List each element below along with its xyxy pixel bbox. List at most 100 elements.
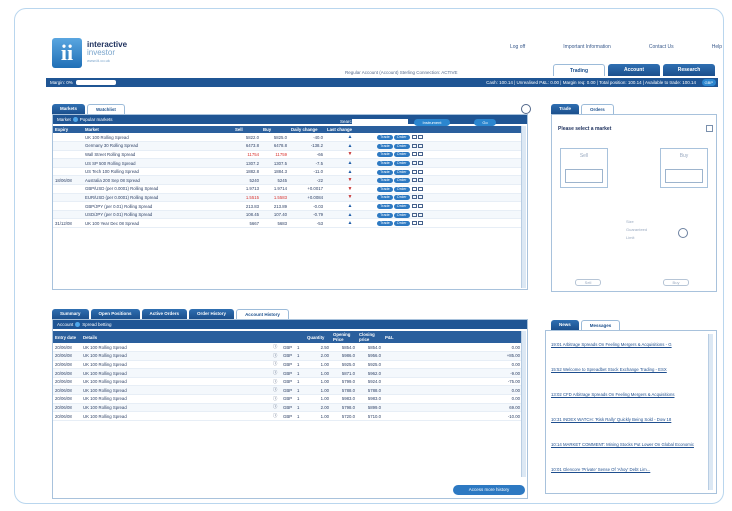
- market-cell[interactable]: Wall Street Rolling Spread: [83, 150, 233, 160]
- tab-markets[interactable]: Markets: [52, 104, 86, 114]
- market-row[interactable]: GBP/USD (per 0.0001) Rolling Spread 1.971…: [53, 184, 522, 194]
- trade-button[interactable]: Trade: [377, 143, 393, 149]
- order-button[interactable]: Order: [393, 178, 410, 184]
- help-link[interactable]: Help: [712, 44, 722, 50]
- info-icon[interactable]: [417, 143, 423, 148]
- chart-icon[interactable]: [411, 152, 417, 157]
- market-cell[interactable]: USD/JPY (per 0.01) Rolling Spread: [83, 210, 233, 220]
- access-more-history-button[interactable]: Access more history: [453, 485, 525, 495]
- info-icon[interactable]: ⓘ: [271, 368, 281, 378]
- order-button[interactable]: Order: [393, 204, 410, 210]
- market-selected[interactable]: Popular markets: [80, 117, 113, 122]
- info-icon[interactable]: [417, 178, 423, 183]
- trade-button[interactable]: Trade: [377, 152, 393, 158]
- market-row[interactable]: US Tech 100 Rolling Spread 1882.8 1884.3 -1…: [53, 167, 522, 177]
- refresh-clock-icon[interactable]: [521, 104, 531, 114]
- trade-button[interactable]: Trade: [377, 212, 393, 218]
- trade-button[interactable]: Trade: [377, 204, 393, 210]
- news-item[interactable]: 10:01 Glencore 'Private' Sense Of 'Ahoy'…: [551, 467, 701, 473]
- market-row[interactable]: EUR/USD (per 0.0001) Rolling Spread 1.551…: [53, 193, 522, 203]
- important-info-link[interactable]: Important Information: [563, 44, 611, 50]
- info-icon[interactable]: ⓘ: [271, 403, 281, 413]
- history-row[interactable]: 20/06/08 UK 100 Rolling Spread ⓘ GBP 1 1.00 58…: [53, 368, 522, 378]
- market-cell[interactable]: Australia 200 Sep 08 Spread: [83, 175, 233, 186]
- order-button[interactable]: Order: [393, 161, 410, 167]
- close-icon[interactable]: [706, 125, 713, 132]
- currency-button[interactable]: GBP: [701, 79, 716, 86]
- info-icon[interactable]: ⓘ: [271, 411, 281, 421]
- market-cell[interactable]: US SP 500 Rolling Spread: [83, 158, 233, 168]
- order-button[interactable]: Order: [393, 212, 410, 218]
- info-icon[interactable]: [417, 212, 423, 217]
- search-input[interactable]: [352, 119, 408, 125]
- info-icon[interactable]: ⓘ: [271, 385, 281, 396]
- news-item[interactable]: 13:02 CFD Arbitrage Spreads On Feeling M…: [551, 392, 701, 398]
- tab-active-orders[interactable]: Active Orders: [141, 309, 188, 319]
- tab-messages[interactable]: Messages: [580, 320, 621, 330]
- chart-icon[interactable]: [411, 169, 417, 174]
- order-button[interactable]: Order: [393, 152, 410, 158]
- tab-news[interactable]: News: [551, 320, 579, 330]
- market-cell[interactable]: GBP/USD (per 0.0001) Rolling Spread: [83, 184, 233, 194]
- info-icon[interactable]: [417, 221, 423, 226]
- ticket-buy-button[interactable]: Buy: [663, 279, 689, 286]
- chart-icon[interactable]: [411, 212, 417, 217]
- chart-icon[interactable]: [411, 186, 417, 191]
- contact-link[interactable]: Contact Us: [649, 44, 674, 50]
- history-row[interactable]: 20/06/08 UK 100 Rolling Spread ⓘ GBP 1 2.00 59…: [53, 351, 522, 361]
- market-row[interactable]: 31/12/08 UK 100 Year Dec 08 Spread 5667 568…: [53, 218, 522, 229]
- news-scrollbar[interactable]: [708, 334, 713, 490]
- trade-button[interactable]: Trade: [377, 135, 393, 141]
- news-item[interactable]: 19:01 Arbitrage Spreads On Feeling Merge…: [551, 342, 701, 348]
- instrument-dropdown[interactable]: Instrument: [414, 119, 450, 126]
- market-row[interactable]: UK 100 Rolling Spread 5822.0 5825.0 -40.0 ▲ T…: [53, 133, 522, 143]
- history-row[interactable]: 20/06/08 UK 100 Rolling Spread ⓘ GBP 1 2.50 58…: [53, 343, 522, 353]
- info-icon[interactable]: [417, 152, 423, 157]
- chart-icon[interactable]: [411, 221, 417, 226]
- order-button[interactable]: Order: [393, 221, 410, 227]
- market-cell[interactable]: Germany 30 Rolling Spread: [83, 141, 233, 151]
- trade-button[interactable]: Trade: [377, 169, 393, 175]
- info-icon[interactable]: [417, 186, 423, 191]
- logoff-link[interactable]: Log off: [510, 44, 525, 50]
- news-item[interactable]: 10:14 MARKET COMMENT: Mining Stocks Put …: [551, 442, 701, 448]
- tab-account[interactable]: Account: [608, 64, 660, 76]
- history-row[interactable]: 20/06/08 UK 100 Rolling Spread ⓘ GBP 1 2.00 57…: [53, 403, 522, 413]
- market-row[interactable]: US SP 500 Rolling Spread 1307.2 1307.5 -7.5…: [53, 158, 522, 168]
- account-select-dot[interactable]: [75, 322, 81, 328]
- info-icon[interactable]: [417, 160, 423, 165]
- market-row[interactable]: Wall Street Rolling Spread 11754 11759 -66 ▼…: [53, 150, 522, 160]
- market-cell[interactable]: US Tech 100 Rolling Spread: [83, 167, 233, 177]
- markets-scrollbar[interactable]: [521, 126, 526, 288]
- info-icon[interactable]: ⓘ: [271, 394, 281, 404]
- chart-icon[interactable]: [411, 178, 417, 183]
- tab-summary[interactable]: Summary: [52, 309, 89, 319]
- market-select-dot[interactable]: [72, 117, 78, 123]
- info-icon[interactable]: [417, 195, 423, 200]
- tab-watchlist[interactable]: Watchlist: [87, 104, 125, 114]
- account-selected[interactable]: Spread betting: [82, 322, 111, 327]
- tab-trade[interactable]: Trade: [551, 104, 580, 114]
- trade-button[interactable]: Trade: [377, 178, 393, 184]
- history-row[interactable]: 20/06/08 UK 100 Rolling Spread ⓘ GBP 1 1.00 59…: [53, 394, 522, 404]
- history-row[interactable]: 20/06/08 UK 100 Rolling Spread ⓘ GBP 1 1.00 57…: [53, 385, 522, 396]
- chart-icon[interactable]: [411, 160, 417, 165]
- info-icon[interactable]: ⓘ: [271, 377, 281, 387]
- info-icon[interactable]: ⓘ: [271, 351, 281, 361]
- trade-button[interactable]: Trade: [377, 221, 393, 227]
- tab-account-history[interactable]: Account History: [236, 309, 289, 319]
- tab-trading[interactable]: Trading: [553, 64, 605, 76]
- ticket-sell-button[interactable]: Sell: [575, 279, 601, 286]
- tab-order-history[interactable]: Order History: [189, 309, 235, 319]
- chart-icon[interactable]: [411, 134, 417, 139]
- chart-icon[interactable]: [411, 143, 417, 148]
- history-scrollbar[interactable]: [521, 331, 526, 477]
- chart-icon[interactable]: [411, 195, 417, 200]
- info-icon[interactable]: ⓘ: [271, 360, 281, 370]
- order-button[interactable]: Order: [393, 143, 410, 149]
- trade-button[interactable]: Trade: [377, 186, 393, 192]
- history-row[interactable]: 20/06/08 UK 100 Rolling Spread ⓘ GBP 1 1.00 59…: [53, 360, 522, 370]
- market-row[interactable]: Germany 30 Rolling Spread 6473.8 6478.8 -13…: [53, 141, 522, 151]
- tab-open-positions[interactable]: Open Positions: [90, 309, 140, 319]
- trade-button[interactable]: Trade: [377, 195, 393, 201]
